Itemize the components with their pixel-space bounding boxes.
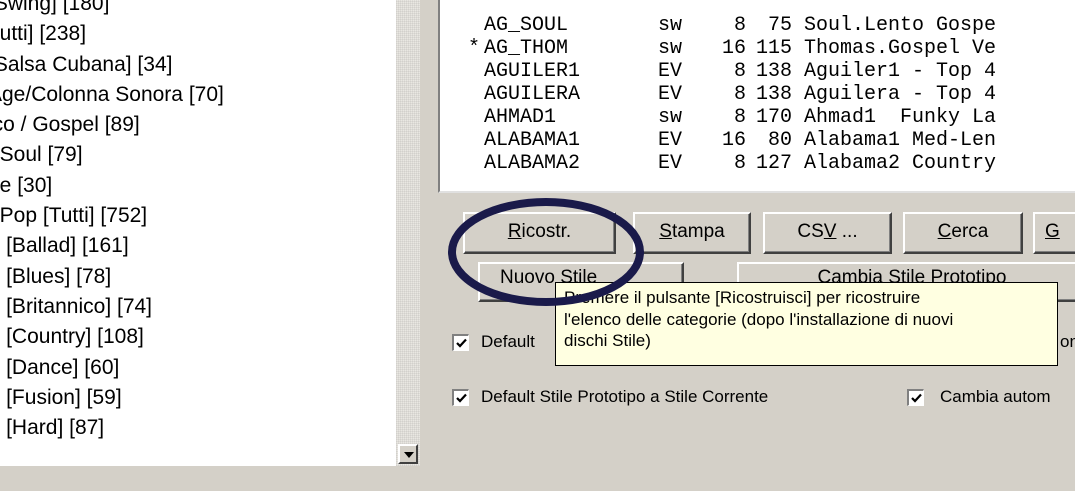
style-row-type: EV <box>658 83 683 106</box>
style-row-bpm: 127 <box>755 152 792 175</box>
style-row-type: EV <box>658 152 683 175</box>
style-row-bars: 8 <box>733 60 746 83</box>
rebuild-tooltip: Premere il pulsante [Ricostruisci] per r… <box>555 282 1058 366</box>
status-strip <box>0 466 420 491</box>
style-row-bars: 16 <box>721 129 746 152</box>
style-row-bpm: 138 <box>755 83 792 106</box>
rebuild-button-label: icostr. <box>521 221 572 242</box>
category-item[interactable]: / Soul [79] <box>0 140 396 170</box>
style-row-desc: Thomas.Gospel Ve <box>804 37 997 60</box>
print-button[interactable]: Stampa <box>633 212 751 254</box>
g-button[interactable]: G <box>1033 212 1075 254</box>
style-row-type: sw <box>658 14 683 37</box>
option-label-fragment: on <box>1060 332 1075 351</box>
splitter <box>420 0 438 491</box>
csv-button-label-post: ... <box>836 221 858 242</box>
default-checkbox-label: Default <box>481 332 535 351</box>
style-row-type: EV <box>658 60 683 83</box>
style-row-desc: Soul.Lento Gospe <box>804 14 997 37</box>
style-row-name: ALABAMA2 <box>484 152 581 175</box>
style-row-type: EV <box>658 129 683 152</box>
category-item[interactable]: [tutti] [238] <box>0 19 396 49</box>
csv-button[interactable]: CSV ... <box>763 212 892 254</box>
style-row-desc: Aguiler1 - Top 4 <box>804 60 997 83</box>
style-row-name: ALABAMA1 <box>484 129 581 152</box>
category-item[interactable]: ico / Gospel [89] <box>0 110 396 140</box>
style-list[interactable]: AG_SOUL sw 8 75 Soul.Lento Gospe * AG_THOM sw 16… <box>438 0 1075 193</box>
search-button-accel: C <box>937 221 952 242</box>
chevron-down-icon <box>404 452 414 458</box>
category-item[interactable]: < [Country] [108] <box>0 322 396 352</box>
search-button[interactable]: Cerca <box>903 212 1023 254</box>
category-item[interactable]: < [Hard] [87] <box>0 413 396 443</box>
category-item[interactable]: / Pop [Tutti] [752] <box>0 201 396 231</box>
search-button-label: erca <box>951 221 989 242</box>
default-checkbox[interactable] <box>452 334 469 351</box>
rebuild-button-accel: R <box>507 221 522 242</box>
style-row-name: AGUILER1 <box>484 60 581 83</box>
style-row-desc: Ahmad1 Funky La <box>804 106 997 129</box>
style-picker-window: [Swing] [180][tutti] [238][Salsa Cubana]… <box>0 0 1075 491</box>
category-item[interactable]: [Salsa Cubana] [34] <box>0 50 396 80</box>
tooltip-line: dischi Stile) <box>564 331 651 350</box>
style-row-bpm: 170 <box>755 106 792 129</box>
style-row-type: sw <box>658 106 683 129</box>
style-row-bars: 16 <box>721 37 746 60</box>
print-button-accel: S <box>659 221 672 242</box>
csv-button-accel: V <box>823 221 837 242</box>
style-row-bpm: 75 <box>767 14 792 37</box>
style-row-name: AGUILERA <box>484 83 581 106</box>
category-item[interactable]: < [Fusion] [59] <box>0 383 396 413</box>
style-row-desc: Alabama2 Country <box>804 152 997 175</box>
g-button-accel: G <box>1045 221 1060 242</box>
style-row-star: * <box>468 37 481 60</box>
style-row-bpm: 138 <box>755 60 792 83</box>
category-item[interactable]: < [Blues] [78] <box>0 262 396 292</box>
style-row-bpm: 115 <box>755 37 792 60</box>
checkmark-icon <box>456 393 467 403</box>
csv-button-label-pre: CS <box>797 221 824 242</box>
scroll-down-button[interactable] <box>398 444 418 464</box>
default-prototype-checkbox[interactable] <box>452 389 469 406</box>
category-item[interactable]: Age/Colonna Sonora [70] <box>0 80 396 110</box>
tooltip-line: l'elenco delle categorie (dopo l'install… <box>564 309 954 329</box>
category-item[interactable]: [Swing] [180] <box>0 0 396 19</box>
category-list[interactable]: [Swing] [180][tutti] [238][Salsa Cubana]… <box>0 0 396 466</box>
category-list-items: [Swing] [180][tutti] [238][Salsa Cubana]… <box>0 0 396 443</box>
style-row-bpm: 80 <box>767 129 792 152</box>
style-row-type: sw <box>658 37 683 60</box>
checkmark-icon <box>456 338 467 348</box>
style-row-name: AG_SOUL <box>484 14 569 37</box>
style-row-bars: 8 <box>733 152 746 175</box>
style-row-desc: Aguilera - Top 4 <box>804 83 997 106</box>
category-item[interactable]: ae [30] <box>0 171 396 201</box>
rebuild-button[interactable]: Ricostr. <box>463 212 616 254</box>
auto-change-checkbox[interactable] <box>907 389 924 406</box>
style-row-bars: 8 <box>733 14 746 37</box>
default-prototype-label: Default Stile Prototipo a Stile Corrente <box>481 387 769 406</box>
category-item[interactable]: < [Ballad] [161] <box>0 231 396 261</box>
style-row-name: AG_THOM <box>484 37 569 60</box>
style-row-bars: 8 <box>733 83 746 106</box>
auto-change-label: Cambia autom <box>940 387 1051 406</box>
checkmark-icon <box>911 393 922 403</box>
tooltip-line: Premere il pulsante [Ricostruisci] per r… <box>564 288 921 307</box>
style-row-desc: Alabama1 Med-Len <box>804 129 997 152</box>
category-item[interactable]: < [Britannico] [74] <box>0 292 396 322</box>
category-item[interactable]: < [Dance] [60] <box>0 353 396 383</box>
style-row-name: AHMAD1 <box>484 106 557 129</box>
print-button-label: tampa <box>671 221 725 242</box>
style-row-bars: 8 <box>733 106 746 129</box>
category-list-scrollbar[interactable] <box>396 0 420 466</box>
